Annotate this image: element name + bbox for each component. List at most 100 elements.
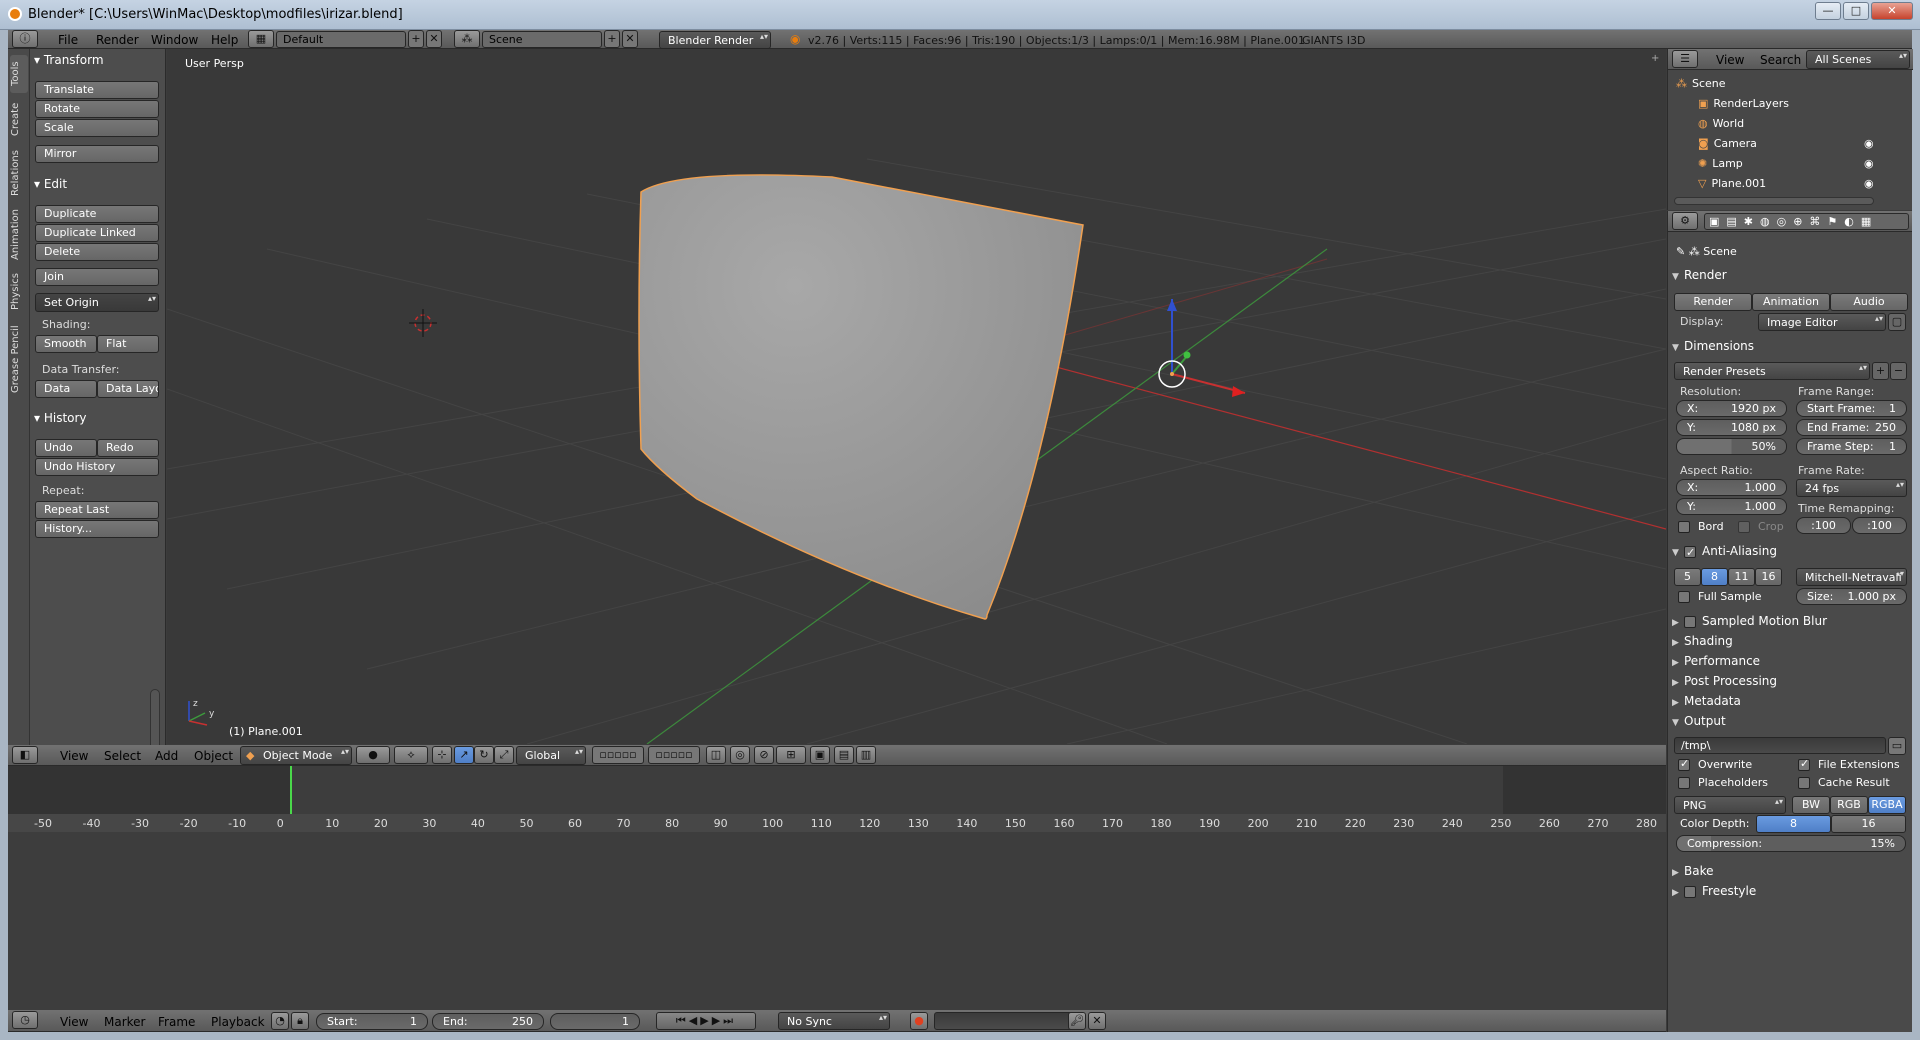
color-depth-8[interactable]: 8 (1756, 815, 1831, 833)
duplicate-linked-button[interactable]: Duplicate Linked (35, 224, 159, 242)
scale-button[interactable]: Scale (35, 119, 159, 137)
render-engine-dropdown[interactable]: Blender Render (659, 31, 771, 49)
opengl-animation-icon[interactable]: ▤ (834, 746, 854, 764)
output-section-header[interactable]: ▼ Output (1672, 712, 1908, 730)
data-transfer-button[interactable]: Data (35, 380, 97, 398)
aspect-x-field[interactable]: X: 1.000 (1676, 479, 1787, 496)
editor-type-timeline-icon[interactable]: ◷ (12, 1011, 38, 1029)
preview-range-icon[interactable]: ◔ (271, 1012, 289, 1030)
motion-blur-checkbox[interactable] (1684, 615, 1696, 628)
visibility-eye-icon[interactable]: ◉ (1864, 157, 1874, 170)
outliner-menu-search[interactable]: Search (1760, 53, 1801, 67)
color-mode-rgb[interactable]: RGB (1830, 796, 1868, 814)
color-mode-bw[interactable]: BW (1792, 796, 1830, 814)
manipulator-toggle-icon[interactable]: ⊹ (432, 746, 452, 764)
remove-preset-icon[interactable]: − (1890, 362, 1907, 380)
viewport-shading-icon[interactable]: ● (356, 746, 390, 764)
join-button[interactable]: Join (35, 268, 159, 286)
menu-help[interactable]: Help (211, 33, 238, 47)
tab-relations[interactable]: Relations (10, 145, 28, 201)
screen-layout-icon[interactable]: ▦ (248, 30, 274, 48)
render-image-button[interactable]: Render (1674, 293, 1752, 311)
scene-name-field[interactable]: Scene (482, 31, 602, 48)
visibility-eye-icon[interactable]: ◉ (1864, 177, 1874, 190)
start-frame-field[interactable]: Start: 1 (316, 1013, 428, 1030)
outliner-menu-view[interactable]: View (1716, 53, 1744, 67)
frame-step-field[interactable]: Frame Step: 1 (1796, 438, 1907, 455)
timeline-ruler[interactable]: -50 -40 -30 -20 -10 0 10 20 30 40 50 60 70 80 90 100 110… (8, 815, 1666, 831)
overwrite-checkbox[interactable] (1678, 757, 1690, 771)
menu-view[interactable]: View (60, 749, 88, 763)
aspect-y-field[interactable]: Y: 1.000 (1676, 498, 1787, 515)
redo-button[interactable]: Redo (97, 439, 159, 457)
editor-type-outliner-icon[interactable]: ☰ (1672, 50, 1698, 68)
menu-frame[interactable]: Frame (158, 1015, 195, 1029)
freestyle-section-header[interactable]: ▶ Freestyle (1672, 882, 1908, 900)
display-dropdown[interactable]: Image Editor (1758, 313, 1886, 331)
minimize-button[interactable]: — (1815, 2, 1841, 20)
lock-interface-icon[interactable]: ▢ (1888, 313, 1906, 331)
history-button[interactable]: History... (35, 520, 159, 538)
outliner-row[interactable]: ◍ World (1698, 117, 1744, 130)
motion-blur-section-header[interactable]: ▶ Sampled Motion Blur (1672, 612, 1908, 630)
tab-animation[interactable]: Animation (10, 205, 28, 265)
menu-window[interactable]: Window (151, 33, 198, 47)
frame-rate-dropdown[interactable]: 24 fps (1796, 479, 1907, 497)
outliner-row[interactable]: ▣ RenderLayers (1698, 97, 1789, 110)
bake-section-header[interactable]: ▶ Bake (1672, 862, 1908, 880)
undo-button[interactable]: Undo (35, 439, 97, 457)
aa-filter-dropdown[interactable]: Mitchell-Netravali (1796, 568, 1907, 586)
snap-element-icon[interactable]: ⊞ (776, 746, 806, 764)
remove-layout-icon[interactable]: ✕ (426, 30, 442, 48)
set-origin-dropdown[interactable]: Set Origin (35, 293, 159, 312)
editor-type-info-icon[interactable]: ⓘ (12, 30, 38, 48)
resolution-y-field[interactable]: Y: 1080 px (1676, 419, 1787, 436)
file-extensions-checkbox[interactable] (1798, 757, 1810, 771)
add-preset-icon[interactable]: + (1872, 362, 1889, 380)
3d-cursor-icon[interactable] (409, 309, 437, 337)
add-scene-icon[interactable]: + (604, 30, 620, 48)
color-depth-16[interactable]: 16 (1831, 815, 1906, 833)
render-section-header[interactable]: ▼ Render (1672, 266, 1908, 284)
tab-grease-pencil[interactable]: Grease Pencil (10, 319, 28, 399)
transform-manipulator-icon[interactable] (1158, 299, 1246, 397)
menu-render[interactable]: Render (96, 33, 139, 47)
outliner-row[interactable]: ⁂ Scene (1676, 77, 1726, 90)
end-frame-prop-field[interactable]: End Frame: 250 (1796, 419, 1907, 436)
layer-buttons-group-2[interactable]: ▫▫▫▫▫ (648, 746, 700, 764)
close-button[interactable]: ✕ (1871, 2, 1913, 20)
remove-scene-icon[interactable]: ✕ (622, 30, 638, 48)
repeat-last-button[interactable]: Repeat Last (35, 501, 159, 519)
color-mode-rgba[interactable]: RGBA (1868, 796, 1906, 814)
properties-context-tabs[interactable]: ▣▤✱◍◎⊕⌘⚑◐▦ (1704, 213, 1909, 230)
tab-tools[interactable]: Tools (10, 55, 28, 93)
data-layout-transfer-button[interactable]: Data Layo (97, 380, 159, 398)
menu-object[interactable]: Object (194, 749, 233, 763)
aa-samples-16[interactable]: 16 (1755, 568, 1782, 586)
border-checkbox[interactable] (1678, 521, 1690, 533)
tab-create[interactable]: Create (10, 97, 28, 141)
layer-lock-icon[interactable]: ◫ (706, 746, 726, 764)
menu-marker[interactable]: Marker (104, 1015, 145, 1029)
render-presets-dropdown[interactable]: Render Presets (1674, 362, 1870, 380)
placeholders-checkbox[interactable] (1678, 777, 1690, 789)
smooth-shading-button[interactable]: Smooth (35, 335, 97, 353)
flat-shading-button[interactable]: Flat (97, 335, 159, 353)
shading-section-header[interactable]: ▶ Shading (1672, 632, 1908, 650)
menu-select[interactable]: Select (104, 749, 141, 763)
scene-selector-icon[interactable]: ⁂ (454, 30, 480, 48)
compression-slider[interactable]: Compression: 15% (1676, 835, 1906, 852)
tab-physics[interactable]: Physics (10, 269, 28, 315)
translate-button[interactable]: Translate (35, 81, 159, 99)
undo-history-button[interactable]: Undo History (35, 458, 159, 476)
post-processing-section-header[interactable]: ▶ Post Processing (1672, 672, 1908, 690)
translate-manipulator-icon[interactable]: ↗ (454, 746, 474, 764)
dimensions-section-header[interactable]: ▼ Dimensions (1672, 337, 1908, 355)
layout-name-field[interactable]: Default (276, 31, 406, 48)
3d-viewport[interactable]: z y User Persp (1) Plane.001 + (167, 49, 1666, 744)
full-sample-checkbox[interactable] (1678, 591, 1690, 603)
outliner-row[interactable]: ✺ Lamp ◉ (1698, 157, 1874, 170)
current-frame-field[interactable]: 1 (550, 1013, 640, 1030)
performance-section-header[interactable]: ▶ Performance (1672, 652, 1908, 670)
edit-panel-header[interactable]: ▾ Edit (34, 177, 160, 191)
